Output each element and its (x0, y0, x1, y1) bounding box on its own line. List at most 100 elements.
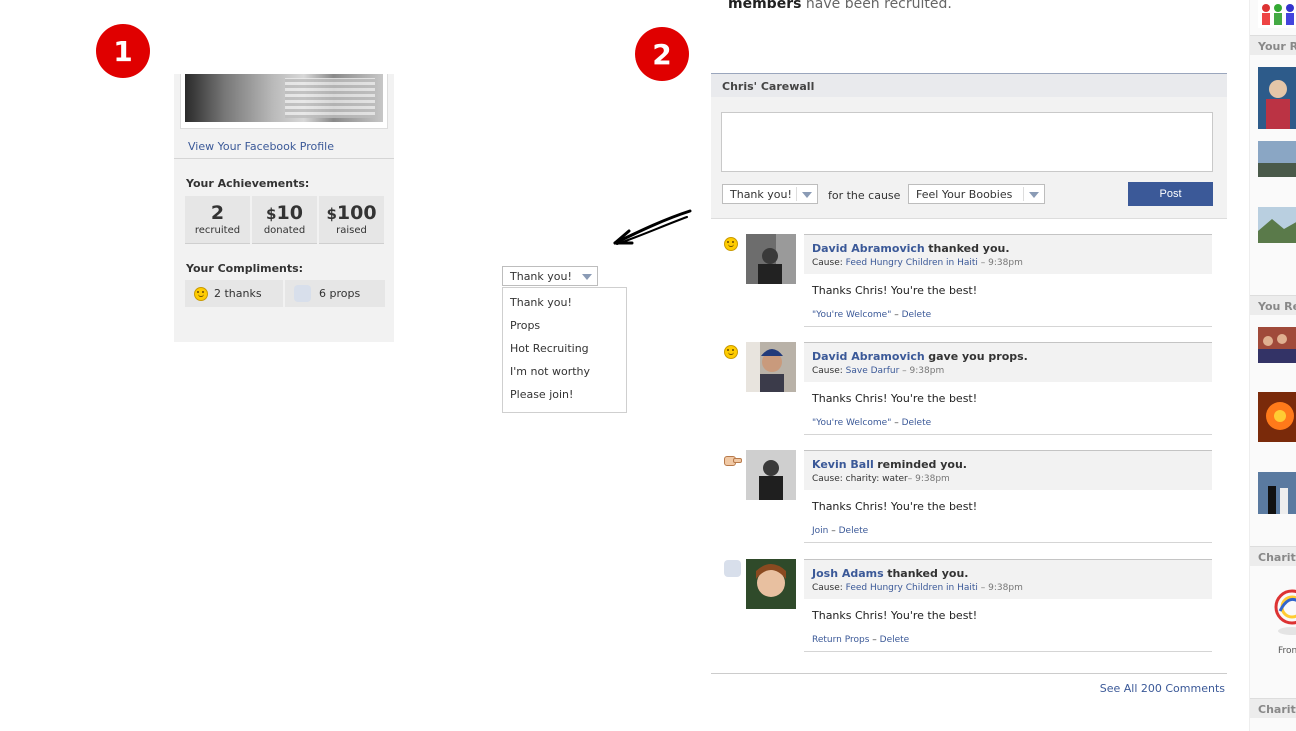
comment-action: thanked you. (887, 567, 969, 580)
recruited-members-text: members have been recruited. (728, 0, 952, 12)
kids-thumbnail[interactable] (1258, 0, 1296, 28)
divider (796, 187, 797, 201)
action-separator: – (891, 418, 902, 428)
stat-raised: $100 raised (319, 196, 384, 244)
pointing-hand-icon (724, 453, 742, 466)
smiley-icon (194, 286, 208, 301)
members-bold: members (728, 0, 802, 12)
comment-time: – 9:38pm (977, 258, 1023, 268)
comment-time: – 9:38pm (907, 474, 950, 484)
divider (1023, 187, 1024, 201)
comment-author-link[interactable]: Kevin Ball (812, 458, 874, 471)
post-button[interactable]: Post (1128, 182, 1213, 206)
smiley-icon (724, 237, 738, 251)
stat-donated: $10 donated (252, 196, 317, 244)
divider (711, 673, 1227, 674)
for-the-cause-label: for the cause (828, 189, 901, 202)
cause-link[interactable]: Feed Hungry Children in Haiti (846, 258, 978, 268)
cause-link[interactable]: Feed Hungry Children in Haiti (846, 583, 978, 593)
charity-logo[interactable] (1258, 585, 1296, 640)
photo-thumbnail[interactable] (1258, 67, 1296, 129)
compliment-props[interactable]: 6 props (285, 280, 385, 307)
stat-label: donated (263, 225, 306, 236)
step-one-badge: 1 (96, 24, 150, 78)
comment-header: Josh Adams thanked you. Cause: Feed Hung… (804, 559, 1212, 599)
chevron-down-icon (1029, 192, 1039, 198)
compliment-thanks-text: 2 thanks (214, 287, 262, 300)
carewall-title: Chris' Carewall (711, 73, 1227, 97)
compliment-props-text: 6 props (319, 287, 361, 300)
cause-label: Cause: (812, 474, 843, 484)
stat-value: 100 (336, 202, 377, 224)
action-separator: – (828, 526, 839, 536)
action-separator: – (891, 310, 902, 320)
select-value: Thank you! (730, 187, 792, 201)
comment-header: David Abramovich thanked you. Cause: Fee… (804, 234, 1212, 274)
stat-value: 2 (210, 202, 225, 224)
props-icon (724, 560, 741, 577)
cause-link[interactable]: Save Darfur (846, 366, 900, 376)
cause-label: Cause: (812, 583, 843, 593)
menu-item-not-worthy[interactable]: I'm not worthy (503, 363, 626, 386)
step-two-badge: 2 (635, 27, 689, 81)
achievements-title: Your Achievements: (186, 177, 310, 190)
compliment-type-menu: Thank you! Props Hot Recruiting I'm not … (502, 287, 627, 413)
view-facebook-profile-link[interactable]: View Your Facebook Profile (188, 140, 334, 153)
divider (174, 158, 394, 159)
comment-action: gave you props. (928, 350, 1028, 363)
join-link[interactable]: Join (812, 526, 828, 536)
wall-post-textarea[interactable] (721, 112, 1213, 172)
comment-author-link[interactable]: David Abramovich (812, 350, 925, 363)
cause-label: Cause: (812, 258, 843, 268)
sidebar-section-header: Charity (1250, 546, 1296, 566)
avatar[interactable] (746, 450, 796, 500)
avatar[interactable] (746, 342, 796, 392)
right-sidebar: Your Re You Re Charity Fron Charity (1249, 0, 1296, 731)
compliment-thanks[interactable]: 2 thanks (185, 280, 283, 307)
delete-link[interactable]: Delete (880, 635, 910, 645)
menu-item-props[interactable]: Props (503, 317, 626, 340)
compliments-row: 2 thanks 6 props (185, 280, 385, 307)
stat-currency: $ (266, 205, 277, 223)
chevron-down-icon (802, 192, 812, 198)
youre-welcome-link[interactable]: "You're Welcome" (812, 310, 891, 320)
comment-author-link[interactable]: Josh Adams (812, 567, 884, 580)
delete-link[interactable]: Delete (902, 310, 932, 320)
delete-link[interactable]: Delete (902, 418, 932, 428)
menu-item-hot-recruiting[interactable]: Hot Recruiting (503, 340, 626, 363)
compliment-type-select[interactable]: Thank you! (722, 184, 818, 204)
cause-select[interactable]: Feel Your Boobies (908, 184, 1045, 204)
return-props-link[interactable]: Return Props (812, 635, 869, 645)
photo-thumbnail[interactable] (1258, 141, 1296, 177)
comment-author-link[interactable]: David Abramovich (812, 242, 925, 255)
stat-currency: $ (326, 205, 337, 223)
photo-thumbnail[interactable] (1258, 472, 1296, 514)
compliment-type-select-demo[interactable]: Thank you! (502, 266, 598, 286)
comment-text: Thanks Chris! You're the best! (812, 500, 978, 513)
profile-summary-panel: View Your Facebook Profile Your Achievem… (174, 74, 394, 342)
menu-item-thank-you[interactable]: Thank you! (503, 294, 626, 317)
see-all-comments-link[interactable]: See All 200 Comments (1100, 682, 1225, 695)
divider (804, 651, 1212, 652)
menu-item-please-join[interactable]: Please join! (503, 386, 626, 409)
avatar[interactable] (746, 234, 796, 284)
youre-welcome-link[interactable]: "You're Welcome" (812, 418, 891, 428)
delete-link[interactable]: Delete (839, 526, 869, 536)
props-icon (294, 285, 311, 302)
divider (804, 542, 1212, 543)
comment-time: – 9:38pm (977, 583, 1023, 593)
photo-thumbnail[interactable] (1258, 392, 1296, 442)
avatar[interactable] (746, 559, 796, 609)
photo-thumbnail[interactable] (1258, 327, 1296, 363)
sidebar-section-header: Charity (1250, 698, 1296, 718)
comment-text: Thanks Chris! You're the best! (812, 609, 978, 622)
comment-text: Thanks Chris! You're the best! (812, 284, 978, 297)
comment-text: Thanks Chris! You're the best! (812, 392, 978, 405)
sidebar-section-header: You Re (1250, 295, 1296, 315)
comment-header: Kevin Ball reminded you. Cause: charity:… (804, 450, 1212, 490)
comment-action: reminded you. (877, 458, 967, 471)
photo-thumbnail[interactable] (1258, 207, 1296, 243)
profile-photo[interactable] (185, 74, 383, 122)
select-value: Feel Your Boobies (916, 187, 1013, 201)
smiley-icon (724, 345, 738, 359)
